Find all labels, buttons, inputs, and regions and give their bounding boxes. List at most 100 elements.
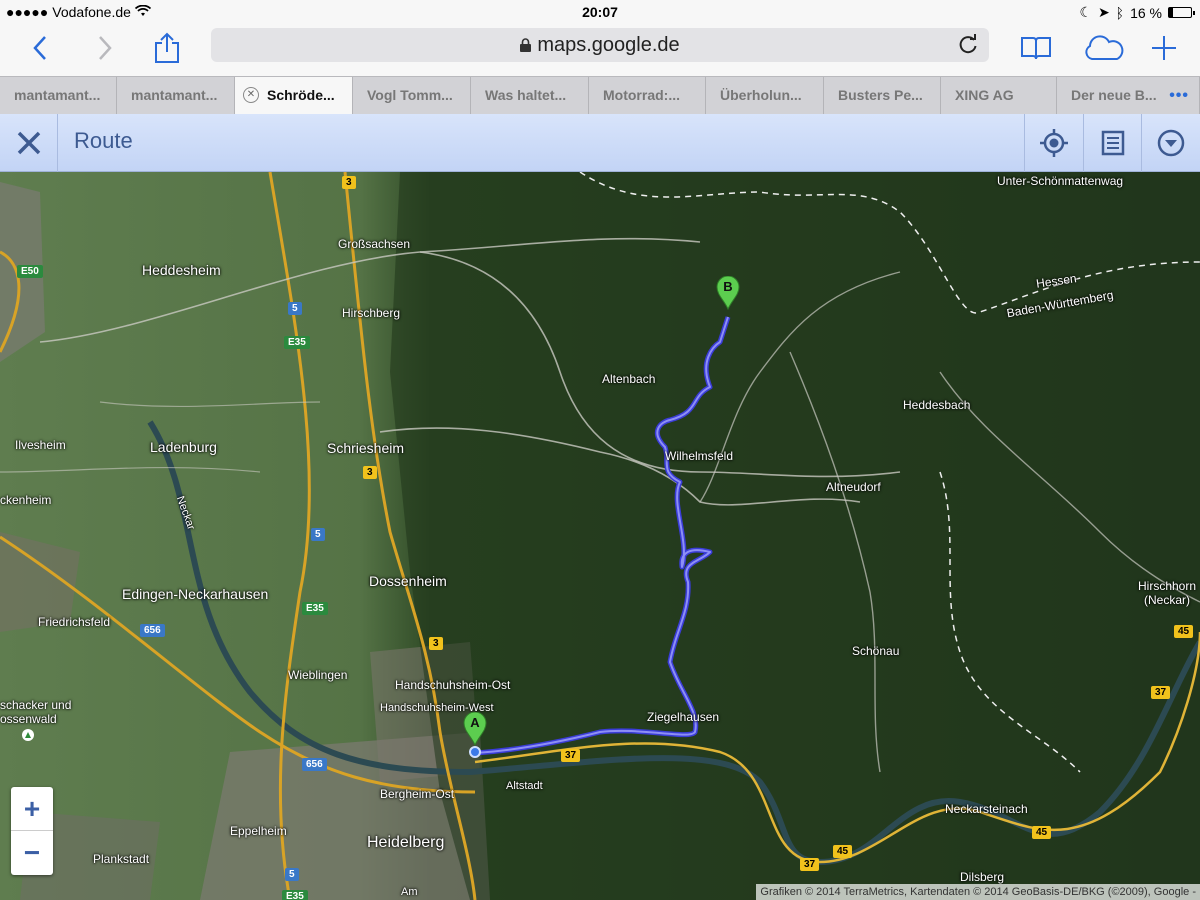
- place-label: Schriesheim: [327, 440, 405, 456]
- url-text: maps.google.de: [537, 34, 680, 56]
- my-location-button[interactable]: [1024, 114, 1082, 172]
- road-shield: 37: [1151, 686, 1171, 699]
- place-label: Dilsberg: [960, 870, 1005, 884]
- status-bar: ●●●●● Vodafone.de 20:07 ☾ ➤ ᛒ 16 %: [0, 0, 1200, 24]
- place-label: Hirschberg: [342, 306, 401, 320]
- forward-button[interactable]: [85, 28, 125, 68]
- browser-tab[interactable]: Der neue B... •••: [1057, 77, 1200, 114]
- place-label: Eppelheim: [230, 824, 287, 838]
- close-tab-icon[interactable]: ✕: [243, 87, 259, 103]
- list-icon: [1101, 130, 1124, 156]
- battery-icon: [1168, 7, 1195, 18]
- bookmarks-button[interactable]: [1016, 28, 1056, 68]
- status-right: ☾ ➤ ᛒ 16 %: [1079, 4, 1195, 21]
- road-shield: 37: [800, 858, 820, 871]
- clock: 20:07: [582, 4, 618, 20]
- place-label: schacker und: [0, 698, 72, 712]
- address-bar[interactable]: maps.google.de: [211, 28, 989, 62]
- browser-tab[interactable]: mantamant...: [0, 77, 117, 114]
- zoom-in-button[interactable]: +: [11, 787, 53, 831]
- options-menu-button[interactable]: [1141, 114, 1199, 172]
- tab-label: mantamant...: [131, 87, 218, 103]
- road-shield: 45: [1174, 625, 1194, 638]
- tab-label: Der neue B...: [1071, 87, 1157, 103]
- browser-tab[interactable]: Busters Pe...: [824, 77, 941, 114]
- browser-tab[interactable]: Überholun...: [706, 77, 824, 114]
- map-view[interactable]: Unter-Schönmattenwag Großsachsen Heddesh…: [0, 172, 1200, 900]
- browser-tab[interactable]: ✕ Schröde...: [235, 77, 353, 114]
- place-label: Am: [401, 886, 418, 898]
- bluetooth-icon: ᛒ: [1115, 4, 1125, 21]
- road-shield: E35: [284, 336, 310, 349]
- back-button[interactable]: [20, 28, 60, 68]
- browser-toolbar: maps.google.de: [0, 24, 1200, 76]
- place-label: Plankstadt: [93, 852, 150, 866]
- location-arrow-icon: ➤: [1097, 4, 1110, 20]
- share-button[interactable]: [147, 28, 187, 68]
- tab-label: Motorrad:...: [603, 87, 680, 103]
- book-icon: [1021, 37, 1051, 60]
- cloud-icon: [1085, 35, 1124, 60]
- browser-tab[interactable]: Motorrad:...: [589, 77, 706, 114]
- tab-label: mantamant...: [14, 87, 101, 103]
- route-start-marker[interactable]: A: [463, 711, 487, 747]
- road-shield: 5: [288, 302, 302, 315]
- place-label: Heidelberg: [367, 834, 445, 851]
- browser-tab[interactable]: Vogl Tomm...: [353, 77, 471, 114]
- tab-label: Überholun...: [720, 87, 802, 103]
- road-shield: 5: [285, 868, 299, 881]
- place-label: ckenheim: [0, 493, 52, 507]
- route-end-marker[interactable]: B: [716, 275, 740, 311]
- tab-label: Vogl Tomm...: [367, 87, 453, 103]
- browser-tab[interactable]: mantamant...: [117, 77, 235, 114]
- new-tab-button[interactable]: [1144, 28, 1184, 68]
- place-label: Wieblingen: [288, 668, 348, 682]
- status-left: ●●●●● Vodafone.de: [6, 4, 152, 20]
- close-route-button[interactable]: [0, 114, 58, 172]
- lock-icon: [520, 29, 532, 63]
- close-icon: [17, 131, 40, 155]
- zoom-out-button[interactable]: −: [11, 831, 53, 875]
- chevron-left-icon: [33, 36, 46, 60]
- place-label: Hirschhorn (Neckar): [1138, 579, 1197, 607]
- place-label: Ladenburg: [150, 439, 217, 455]
- browser-tab[interactable]: XING AG: [941, 77, 1057, 114]
- place-label: Unter-Schönmattenwag: [997, 174, 1124, 188]
- plus-icon: [1152, 36, 1176, 60]
- moon-icon: ☾: [1079, 4, 1092, 20]
- road-shield: 45: [833, 845, 853, 858]
- place-label: Schönau: [852, 644, 900, 658]
- battery-fill: [1169, 8, 1173, 17]
- reload-icon: [959, 34, 977, 54]
- road-shield: 3: [429, 637, 443, 650]
- wifi-icon: [134, 4, 152, 20]
- road-shield: 3: [363, 466, 377, 479]
- browser-tab[interactable]: Was haltet...: [471, 77, 589, 114]
- satellite-map-base: [0, 172, 1200, 900]
- directions-list-button[interactable]: [1083, 114, 1141, 172]
- place-label: ossenwald: [0, 712, 57, 726]
- signal-icon: ●●●●●: [6, 4, 49, 20]
- place-label: Friedrichsfeld: [38, 615, 111, 629]
- target-icon: [1039, 129, 1068, 157]
- road-shield: 3: [342, 176, 356, 189]
- maps-header: Route: [0, 114, 1200, 172]
- more-tabs-icon[interactable]: •••: [1169, 77, 1189, 114]
- place-label: Edingen-Neckarhausen: [122, 586, 269, 602]
- chevron-down-circle-icon: [1157, 129, 1184, 157]
- place-label: Altenbach: [602, 372, 656, 386]
- road-shield: 45: [1032, 826, 1052, 839]
- tab-bar: mantamant... mantamant... ✕ Schröde... Vogl …: [0, 76, 1200, 114]
- place-label: Heddesheim: [142, 262, 221, 278]
- place-label: Altneudorf: [826, 480, 881, 494]
- current-location-dot: [469, 746, 481, 758]
- place-label: Neckarsteinach: [945, 802, 1028, 816]
- place-label: Altstadt: [506, 780, 543, 792]
- reload-button[interactable]: [957, 33, 979, 67]
- chevron-right-icon: [99, 36, 112, 60]
- place-label: Heddesbach: [903, 398, 971, 412]
- icloud-tabs-button[interactable]: [1080, 28, 1126, 68]
- share-icon: [155, 32, 179, 63]
- marker-label: A: [470, 715, 480, 730]
- place-label: Bergheim-Ost: [380, 787, 455, 801]
